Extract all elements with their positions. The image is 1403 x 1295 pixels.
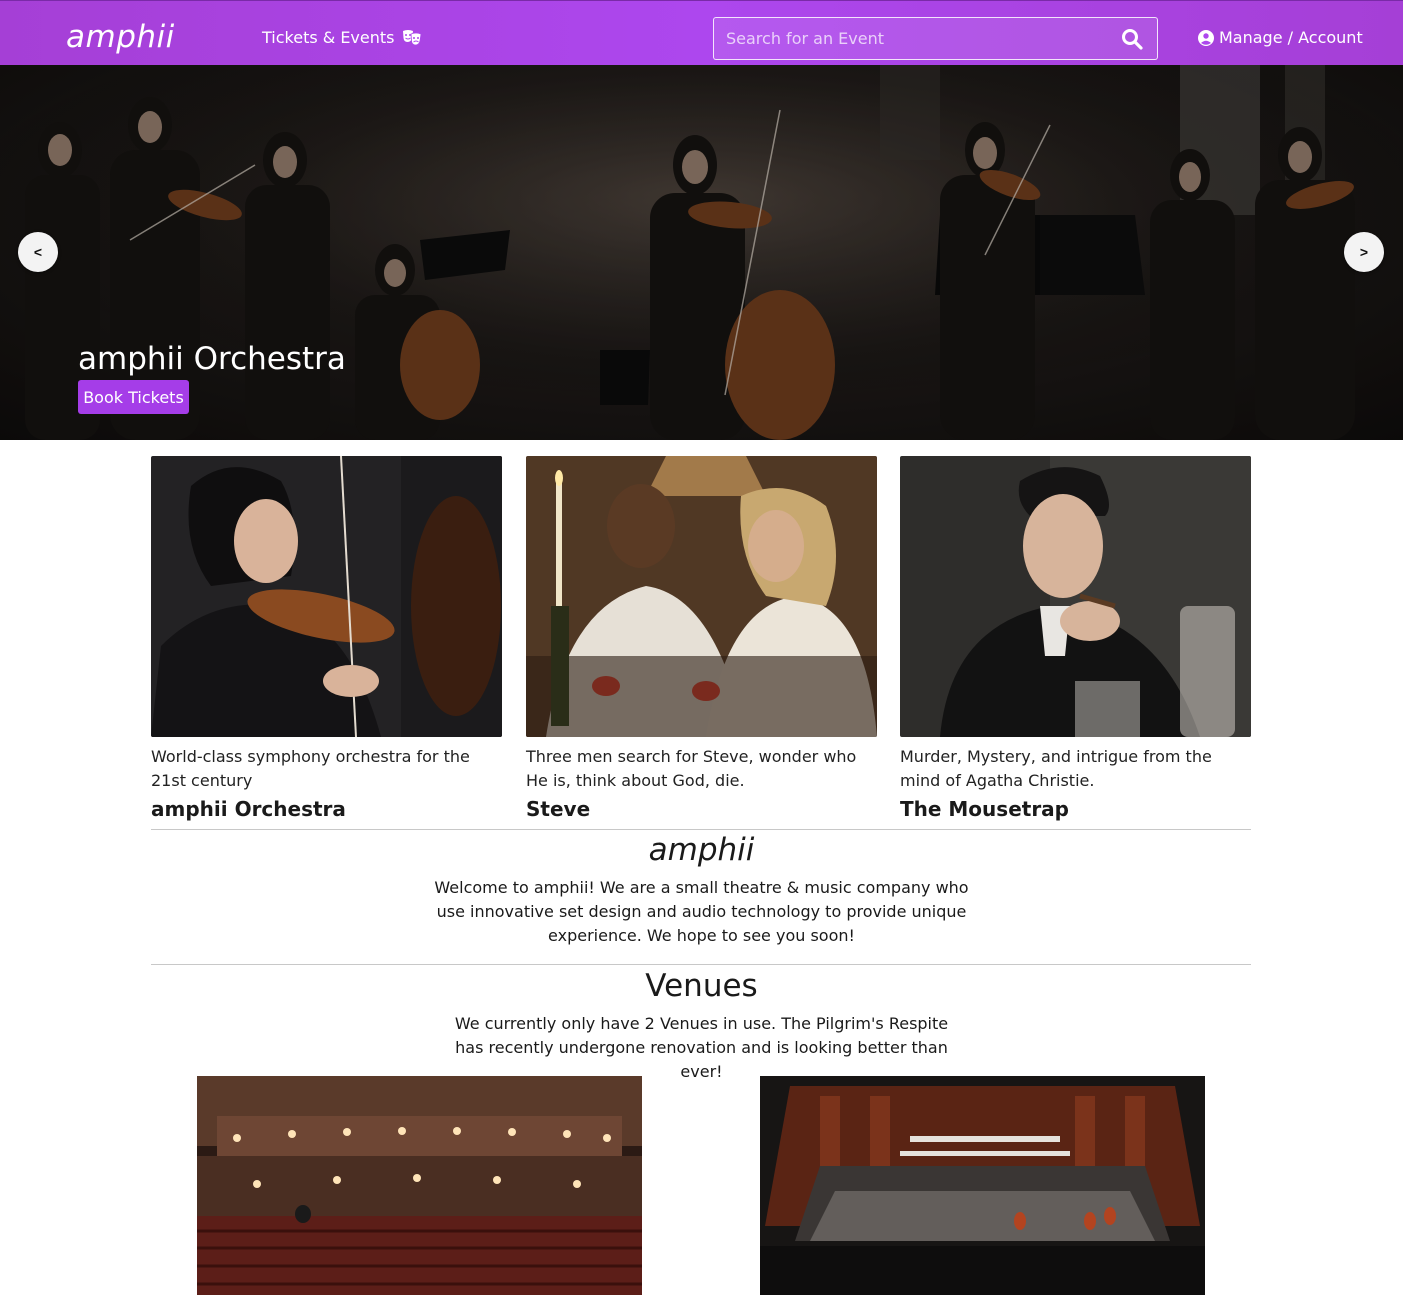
event-title[interactable]: Steve [526, 797, 877, 821]
event-card-mousetrap[interactable]: Murder, Mystery, and intrigue from the m… [900, 456, 1251, 821]
event-description: World-class symphony orchestra for the 2… [151, 747, 470, 790]
hero-title: amphii Orchestra [78, 341, 346, 377]
book-tickets-button[interactable]: Book Tickets [78, 380, 189, 414]
search-input[interactable] [714, 18, 1114, 59]
hero-carousel: < > amphii Orchestra Book Tickets [0, 65, 1403, 440]
venue-image-concert-hall[interactable] [760, 1076, 1205, 1295]
event-description: Three men search for Steve, wonder who H… [526, 747, 857, 790]
venues-title: Venues [645, 968, 758, 1004]
venues-text: We currently only have 2 Venues in use. … [454, 1014, 949, 1081]
carousel-next-button[interactable]: > [1344, 232, 1384, 272]
venue-image-theatre[interactable] [197, 1076, 642, 1295]
navbar: amphii Tickets & Events Manage / Account [0, 0, 1403, 65]
nav-tickets-events[interactable]: Tickets & Events [262, 28, 423, 48]
user-circle-icon [1198, 30, 1214, 46]
nav-tickets-label: Tickets & Events [262, 28, 395, 47]
section-divider [151, 964, 1251, 965]
event-image-cigar-man [900, 456, 1251, 737]
event-card-steve[interactable]: Three men search for Steve, wonder who H… [526, 456, 877, 821]
brand-logo[interactable]: amphii [66, 19, 175, 55]
event-image-violinist [151, 456, 502, 737]
section-divider [151, 829, 1251, 830]
event-card-orchestra[interactable]: World-class symphony orchestra for the 2… [151, 456, 502, 821]
event-image-dinner [526, 456, 877, 737]
about-text: Welcome to amphii! We are a small theatr… [434, 878, 969, 945]
event-title[interactable]: amphii Orchestra [151, 797, 502, 821]
account-link[interactable]: Manage / Account [1198, 28, 1363, 48]
account-label: Manage / Account [1219, 28, 1363, 47]
search-icon[interactable] [1121, 28, 1143, 50]
hero-orchestra-image [0, 65, 1403, 440]
search-box [713, 17, 1158, 60]
theater-masks-icon [402, 30, 421, 46]
event-description: Murder, Mystery, and intrigue from the m… [900, 747, 1212, 790]
carousel-prev-button[interactable]: < [18, 232, 58, 272]
about-title: amphii [648, 832, 755, 868]
event-title[interactable]: The Mousetrap [900, 797, 1251, 821]
